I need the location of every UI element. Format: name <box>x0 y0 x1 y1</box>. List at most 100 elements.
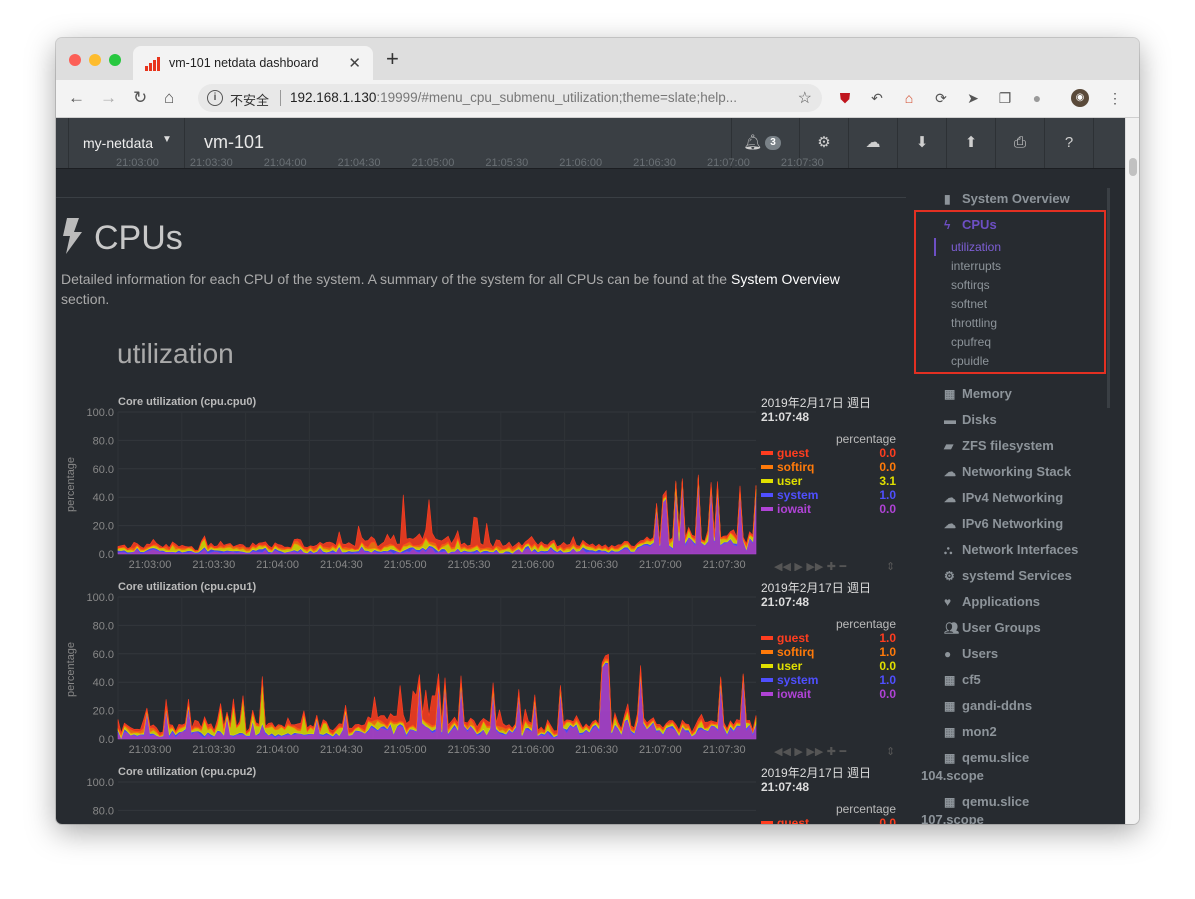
chart-cpu1[interactable]: Core utilization (cpu.cpu1) percentage 100… <box>56 581 906 756</box>
grid-icon: ▦ <box>944 795 956 809</box>
legend-time: 21:07:48 <box>761 410 810 424</box>
cloud-download-button[interactable]: ☁ <box>848 118 897 168</box>
extension-sync-icon[interactable]: ⟳ <box>932 89 950 107</box>
sidebar-item-memory[interactable]: ▦ Memory <box>944 386 1012 401</box>
scroll-thumb[interactable] <box>1129 158 1137 176</box>
legend-swatch <box>761 465 773 469</box>
sidebar-item-gandi-ddns[interactable]: ▦ gandi-ddns <box>944 698 1032 713</box>
download-button[interactable]: ⬇ <box>897 118 946 168</box>
sidebar-item-systemd-services[interactable]: ⚙ systemd Services <box>944 568 1072 583</box>
menu-icon[interactable]: ⋮ <box>1106 89 1124 107</box>
reload-icon[interactable]: ↻ <box>133 88 147 108</box>
legend-item-guest[interactable]: guest 0.0 <box>761 816 896 824</box>
chart-controls[interactable]: ◀◀ ▶ ▶▶ ✚ ━ <box>774 745 847 756</box>
forward-icon[interactable]: → <box>100 88 117 108</box>
sidebar-item-user-groups[interactable]: 👥︎ User Groups <box>944 620 1041 635</box>
x-tick-label: 21:03:00 <box>129 744 172 756</box>
sidebar-label: Networking Stack <box>962 464 1072 479</box>
help-button[interactable]: ? <box>1044 118 1094 168</box>
legend-item-iowait[interactable]: iowait 0.0 <box>761 687 896 701</box>
sidebar-item-disks[interactable]: ▬ Disks <box>944 412 997 427</box>
divider <box>280 90 281 106</box>
legend-value: 0.0 <box>879 659 896 673</box>
info-icon[interactable]: i <box>207 90 223 106</box>
legend-name: user <box>777 474 803 488</box>
sidebar-label: System Overview <box>962 191 1070 206</box>
x-tick-label: 21:05:30 <box>448 559 491 571</box>
legend-item-user[interactable]: user 0.0 <box>761 659 896 673</box>
legend-item-guest[interactable]: guest 0.0 <box>761 446 896 460</box>
sidebar-item-ipv6-networking[interactable]: ☁ IPv6 Networking <box>944 516 1063 531</box>
sidebar-item-networking-stack[interactable]: ☁ Networking Stack <box>944 464 1071 479</box>
sidebar-scrollbar[interactable] <box>1107 188 1110 408</box>
maximize-window-button[interactable] <box>109 54 121 66</box>
legend-item-softirq[interactable]: softirq 1.0 <box>761 645 896 659</box>
legend-value: 0.0 <box>879 687 896 701</box>
sidebar-item-system-overview[interactable]: ▮ System Overview <box>944 191 1070 206</box>
legend-name: iowait <box>777 502 812 516</box>
x-tick-label: 21:04:00 <box>256 744 299 756</box>
sidebar-item-qemu-slice[interactable]: ▦ qemu.slice <box>944 794 1029 809</box>
sidebar-label: Disks <box>962 412 997 427</box>
upload-button[interactable]: ⬆ <box>946 118 995 168</box>
system-overview-link[interactable]: System Overview <box>731 271 840 287</box>
extension-circle-icon[interactable]: ● <box>1028 89 1046 107</box>
minimize-window-button[interactable] <box>89 54 101 66</box>
profile-avatar[interactable]: ◉ <box>1071 89 1089 107</box>
legend-item-guest[interactable]: guest 1.0 <box>761 631 896 645</box>
url-text[interactable]: 192.168.1.130:19999/#menu_cpu_submenu_ut… <box>290 90 737 105</box>
legend-item-system[interactable]: system 1.0 <box>761 673 896 687</box>
y-tick-label: 20.0 <box>93 521 114 533</box>
legend-item-user[interactable]: user 3.1 <box>761 474 896 488</box>
new-tab-button[interactable]: + <box>386 48 399 70</box>
sidebar-item-qemu-slice[interactable]: ▦ qemu.slice <box>944 750 1029 765</box>
sidebar-item-applications[interactable]: ♥ Applications <box>944 594 1040 609</box>
y-tick-label: 100.0 <box>86 407 114 419</box>
extension-copy-icon[interactable]: ❐ <box>996 89 1014 107</box>
legend-item-softirq[interactable]: softirq 0.0 <box>761 460 896 474</box>
browser-tab[interactable]: vm-101 netdata dashboard ✕ <box>133 46 373 80</box>
address-bar[interactable]: i 不安全 192.168.1.130:19999/#menu_cpu_subm… <box>198 84 822 112</box>
chart-cpu0[interactable]: Core utilization (cpu.cpu0) percentage 100… <box>56 396 906 571</box>
page-scrollbar[interactable] <box>1125 118 1139 824</box>
y-tick-label: 20.0 <box>93 706 114 718</box>
sidebar-label: Memory <box>962 386 1012 401</box>
home-icon[interactable]: ⌂ <box>164 88 174 108</box>
browser-window: vm-101 netdata dashboard ✕ + ← → ↻ ⌂ i 不… <box>56 38 1139 824</box>
legend-item-system[interactable]: system 1.0 <box>761 488 896 502</box>
chart-legend: 2019年2月17日 週日 21:07:48 percentage guest 0.0 <box>761 766 896 824</box>
legend-swatch <box>761 507 773 511</box>
description-text-end: section. <box>61 291 110 307</box>
back-icon[interactable]: ← <box>68 88 85 108</box>
resize-handle-icon[interactable]: ⇕ <box>886 745 895 756</box>
print-button[interactable]: ⎙ <box>995 118 1044 168</box>
resize-handle-icon[interactable]: ⇕ <box>886 560 895 571</box>
x-tick-label: 21:04:30 <box>320 744 363 756</box>
chart-legend: 2019年2月17日 週日 21:07:48 percentage guest 1.0 s… <box>761 581 896 701</box>
close-icon[interactable]: ✕ <box>348 54 361 72</box>
sidebar-item-users[interactable]: ● Users <box>944 646 998 661</box>
legend-swatch <box>761 692 773 696</box>
extension-house-icon[interactable]: ⌂ <box>900 89 918 107</box>
chart-cpu2[interactable]: Core utilization (cpu.cpu2) 100.0 80.0 2019… <box>56 766 906 824</box>
chart-controls[interactable]: ◀◀ ▶ ▶▶ ✚ ━ <box>774 560 847 571</box>
sidebar-item-mon2[interactable]: ▦ mon2 <box>944 724 997 739</box>
x-tick-label: 21:05:00 <box>384 744 427 756</box>
extension-undo-icon[interactable]: ↶ <box>868 89 886 107</box>
section-description: Detailed information for each CPU of the… <box>61 269 861 309</box>
close-window-button[interactable] <box>69 54 81 66</box>
legend-name: guest <box>777 816 810 824</box>
sidebar-label: gandi-ddns <box>962 698 1033 713</box>
netdata-favicon-icon <box>145 57 160 71</box>
sidebar-item-mon2-icon: ▦ <box>944 725 956 739</box>
sidebar-item-zfs-filesystem[interactable]: ▰ ZFS filesystem <box>944 438 1054 453</box>
extension-cursor-icon[interactable]: ➤ <box>964 89 982 107</box>
alarm-count-badge: 3 <box>765 136 781 151</box>
bookmark-star-icon[interactable]: ☆ <box>798 88 812 108</box>
sidebar-item-cf5[interactable]: ▦ cf5 <box>944 672 981 687</box>
legend-name: system <box>777 673 819 687</box>
sidebar-item-network-interfaces[interactable]: ⛬ Network Interfaces <box>944 542 1078 558</box>
legend-item-iowait[interactable]: iowait 0.0 <box>761 502 896 516</box>
ublock-extension-icon[interactable]: ⛊ <box>836 89 854 107</box>
sidebar-item-ipv4-networking[interactable]: ☁ IPv4 Networking <box>944 490 1063 505</box>
